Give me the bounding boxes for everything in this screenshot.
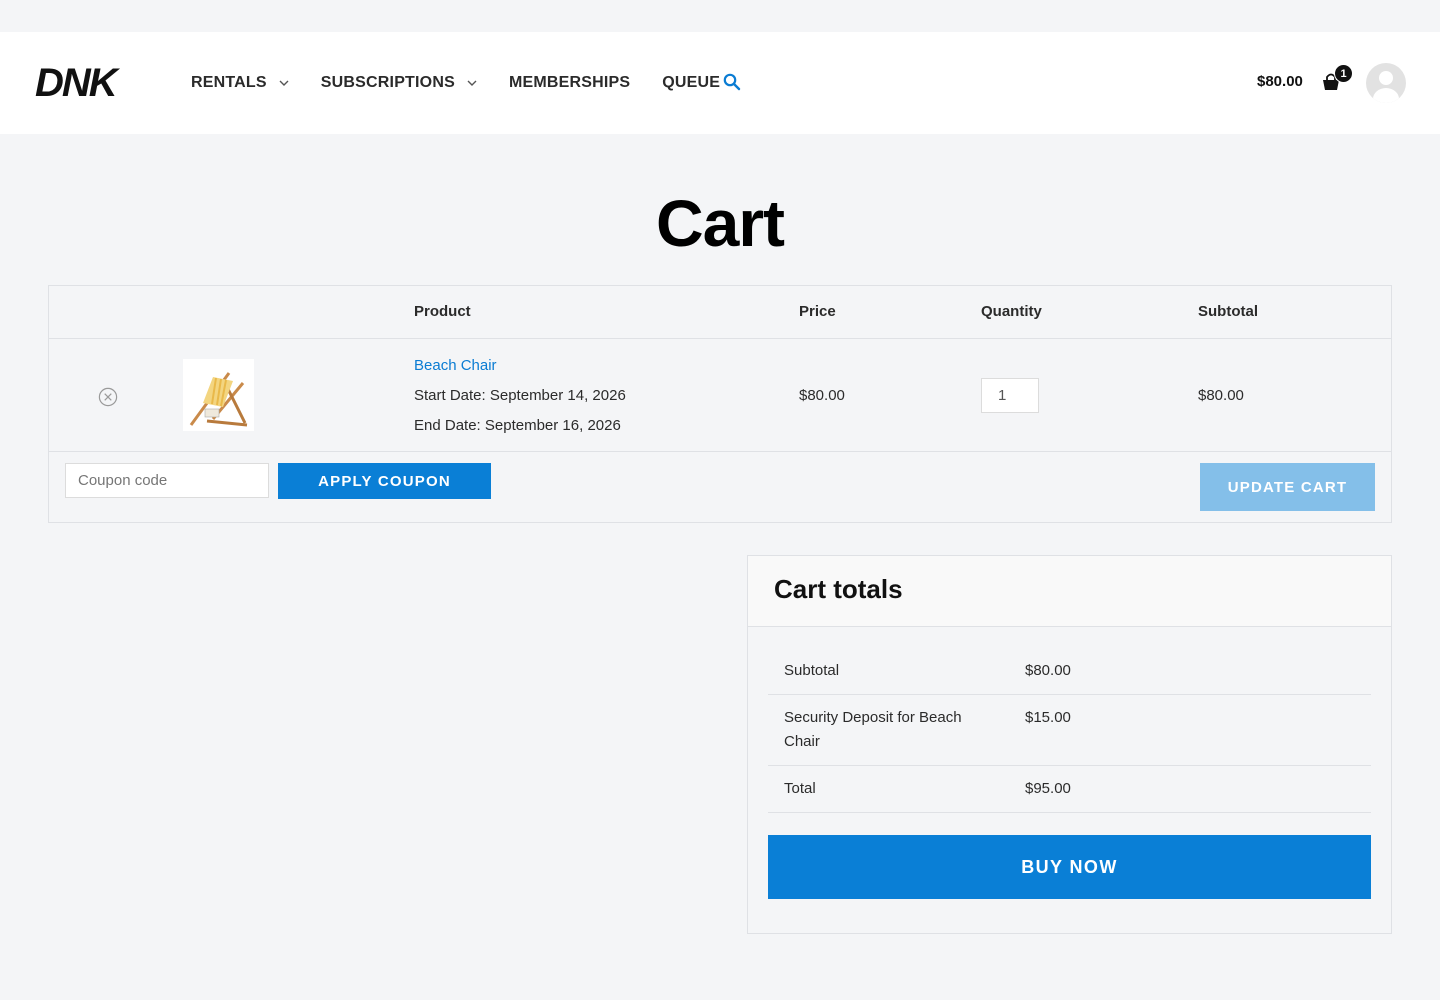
totals-row-value: $80.00 xyxy=(1025,662,1071,679)
chevron-down-icon xyxy=(467,80,477,86)
totals-row-label: Total xyxy=(784,780,816,797)
cart-totals-title: Cart totals xyxy=(774,574,903,604)
chevron-down-icon xyxy=(279,80,289,86)
admin-strip xyxy=(0,0,1440,32)
dnk-logo[interactable]: DNK xyxy=(34,60,136,108)
rental-start-date: Start Date: September 14, 2026 xyxy=(414,387,626,404)
totals-row-value: $95.00 xyxy=(1025,780,1071,797)
column-header-price: Price xyxy=(799,303,836,320)
main-nav: RENTALS SUBSCRIPTIONS MEMBERSHIPS QUEUE xyxy=(191,32,752,134)
page-title: Cart xyxy=(655,186,785,260)
nav-item-subscriptions[interactable]: SUBSCRIPTIONS xyxy=(321,74,477,92)
totals-row-label: Subtotal xyxy=(784,662,840,679)
item-subtotal: $80.00 xyxy=(1198,387,1244,404)
totals-row-label: Security Deposit for Beach Chair xyxy=(784,709,962,750)
nav-item-label: MEMBERSHIPS xyxy=(508,74,631,91)
nav-item-label: SUBSCRIPTIONS xyxy=(320,74,455,91)
cart-count-badge: 1 xyxy=(1334,64,1353,83)
search-icon[interactable] xyxy=(722,72,742,92)
quantity-input[interactable] xyxy=(981,378,1039,413)
column-header-quantity: Quantity xyxy=(981,303,1042,320)
table-row: Beach Chair Start Date: September 14, 20… xyxy=(49,339,1391,452)
column-header-product: Product xyxy=(414,303,471,320)
cart-totals: Cart totals Subtotal $80.00 Security Dep… xyxy=(747,555,1392,934)
site-header: DNK RENTALS SUBSCRIPTIONS MEMBERSHIPS QU… xyxy=(0,32,1440,134)
header-cart-total[interactable]: $80.00 xyxy=(1257,73,1303,90)
cart-totals-header: Cart totals xyxy=(748,556,1391,627)
update-cart-button[interactable]: UPDATE CART xyxy=(1200,463,1375,511)
product-link[interactable]: Beach Chair xyxy=(414,357,497,374)
cart-actions: APPLY COUPON UPDATE CART xyxy=(49,453,1391,523)
totals-row-total: Total $95.00 xyxy=(768,766,1371,813)
nav-item-rentals[interactable]: RENTALS xyxy=(191,74,289,92)
svg-text:DNK: DNK xyxy=(35,61,121,105)
totals-row-security-deposit: Security Deposit for Beach Chair $15.00 xyxy=(768,695,1371,766)
nav-item-label: QUEUE xyxy=(662,74,721,91)
totals-row-subtotal: Subtotal $80.00 xyxy=(768,647,1371,695)
avatar[interactable] xyxy=(1366,63,1406,103)
user-icon xyxy=(1373,71,1399,103)
cart-table-header: Product Price Quantity Subtotal xyxy=(49,286,1391,339)
beach-chair-image[interactable] xyxy=(183,359,254,431)
column-header-subtotal: Subtotal xyxy=(1198,303,1258,320)
cart-table: Product Price Quantity Subtotal Beach Ch… xyxy=(48,285,1392,523)
nav-item-queue[interactable]: QUEUE xyxy=(662,74,720,92)
item-price: $80.00 xyxy=(799,387,845,404)
apply-coupon-button[interactable]: APPLY COUPON xyxy=(278,463,491,499)
nav-item-memberships[interactable]: MEMBERSHIPS xyxy=(509,74,630,92)
nav-item-label: RENTALS xyxy=(191,74,267,91)
coupon-code-input[interactable] xyxy=(65,463,269,498)
totals-row-value: $15.00 xyxy=(1025,709,1071,726)
rental-end-date: End Date: September 16, 2026 xyxy=(414,417,621,434)
remove-item-icon[interactable] xyxy=(98,387,118,407)
buy-now-button[interactable]: BUY NOW xyxy=(768,835,1371,899)
